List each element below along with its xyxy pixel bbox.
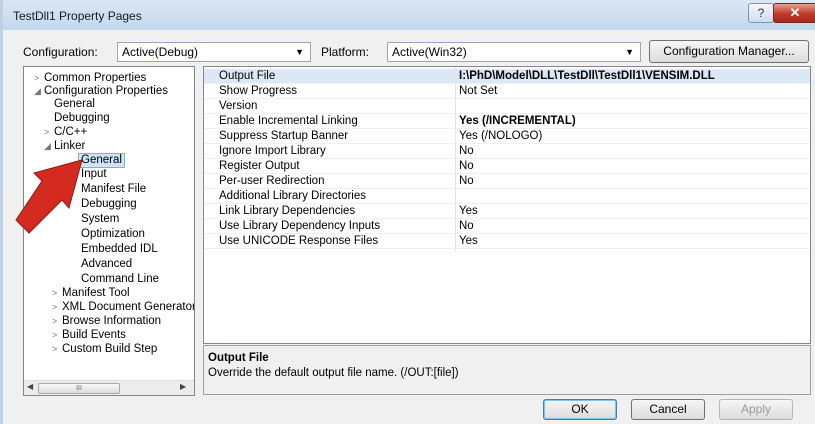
annotation-arrow-icon <box>15 159 83 234</box>
